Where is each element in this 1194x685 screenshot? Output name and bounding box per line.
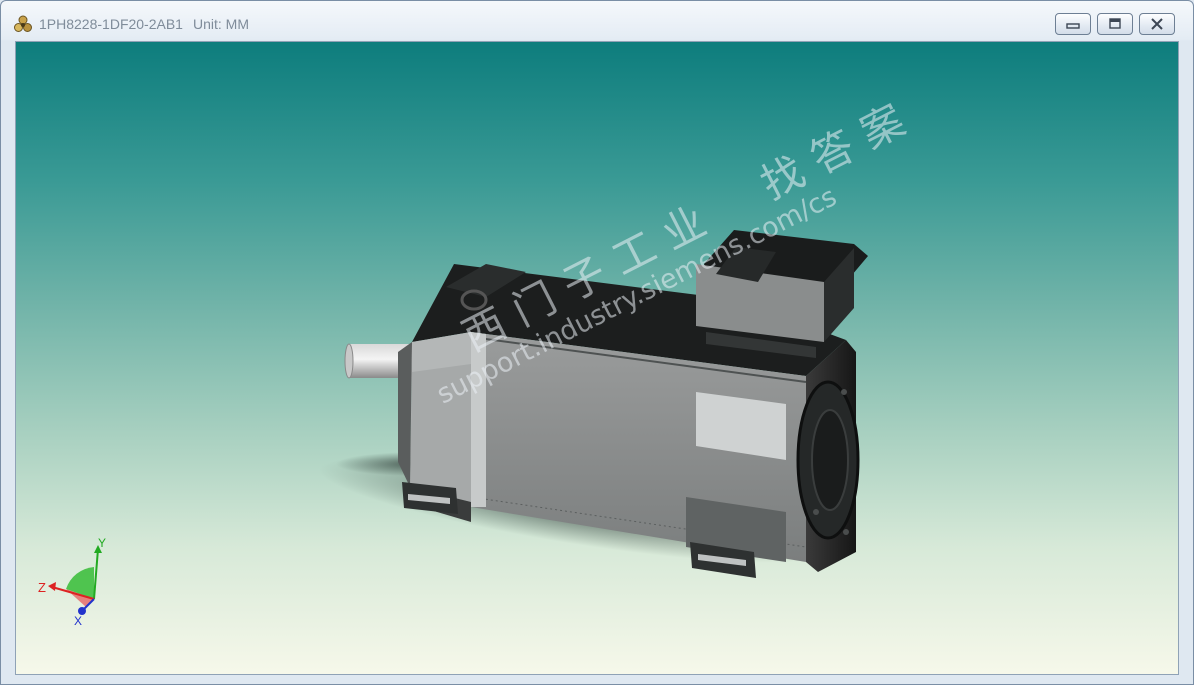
maximize-button[interactable] bbox=[1097, 13, 1133, 35]
minimize-icon bbox=[1066, 23, 1080, 29]
3d-motor-model[interactable] bbox=[16, 42, 1178, 674]
3d-viewport[interactable]: 西门子工业 找答案 support.industry.siemens.com/c… bbox=[15, 41, 1179, 675]
title-bar[interactable]: 1PH8228-1DF20-2AB1 Unit: MM bbox=[1, 1, 1193, 41]
axis-triad[interactable]: Y Z X bbox=[36, 537, 116, 627]
model-name: 1PH8228-1DF20-2AB1 bbox=[39, 16, 183, 32]
model-viewer-window: 1PH8228-1DF20-2AB1 Unit: MM 西门子工业 找答案 su… bbox=[0, 0, 1194, 685]
y-axis-line bbox=[93, 548, 99, 600]
app-icon bbox=[14, 15, 32, 33]
window-title: 1PH8228-1DF20-2AB1 Unit: MM bbox=[39, 16, 259, 32]
x-axis-label: X bbox=[74, 614, 82, 627]
maximize-icon bbox=[1109, 18, 1121, 29]
close-icon bbox=[1151, 18, 1163, 30]
z-axis-arrow bbox=[48, 582, 56, 591]
z-axis-label: Z bbox=[38, 580, 46, 595]
unit-label: Unit: MM bbox=[192, 16, 249, 32]
y-axis-label: Y bbox=[98, 537, 106, 550]
close-button[interactable] bbox=[1139, 13, 1175, 35]
minimize-button[interactable] bbox=[1055, 13, 1091, 35]
